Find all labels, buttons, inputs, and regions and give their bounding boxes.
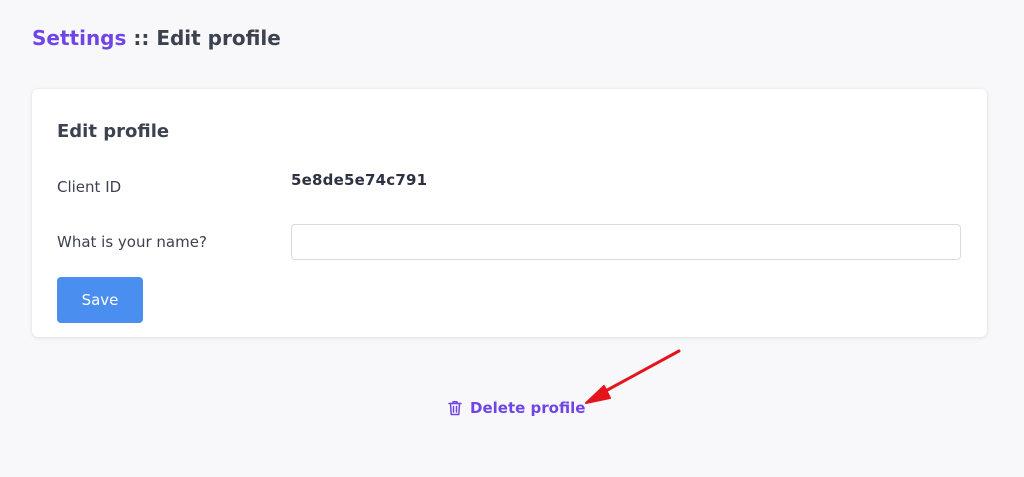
delete-profile-link[interactable]: Delete profile (448, 397, 585, 419)
breadcrumb: Settings :: Edit profile (32, 24, 281, 52)
breadcrumb-separator: :: (126, 26, 157, 50)
save-button[interactable]: Save (57, 277, 143, 323)
trash-icon (448, 400, 462, 416)
edit-profile-card: Edit profile Client ID 5e8de5e74c791 Wha… (32, 89, 987, 337)
name-input[interactable] (291, 224, 961, 260)
card-title: Edit profile (57, 121, 170, 142)
page-title: Edit profile (156, 26, 281, 50)
client-id-label: Client ID (57, 178, 122, 196)
name-label: What is your name? (57, 233, 207, 251)
client-id-value: 5e8de5e74c791 (291, 171, 428, 189)
breadcrumb-settings-link[interactable]: Settings (32, 26, 126, 50)
delete-profile-label: Delete profile (470, 399, 586, 417)
